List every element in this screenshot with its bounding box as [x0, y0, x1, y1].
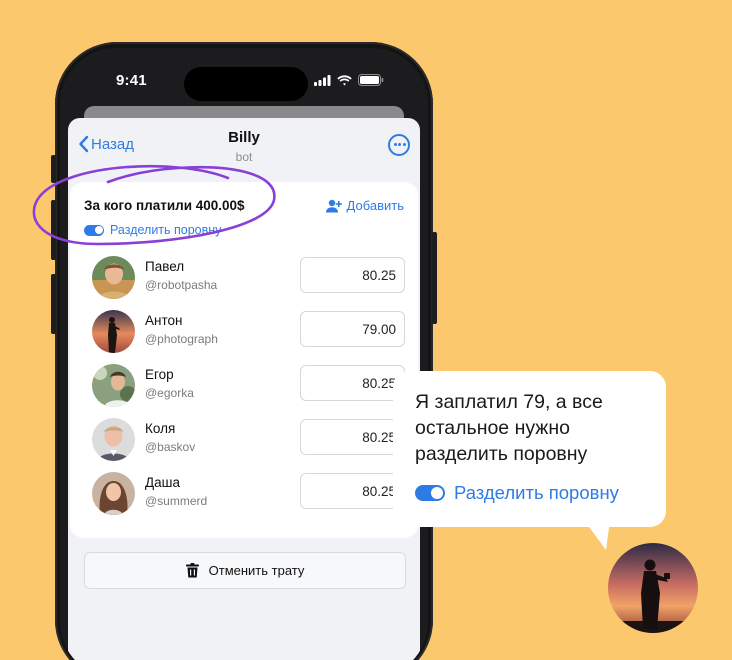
add-user-icon	[325, 199, 342, 212]
list-item: Антон @photograph	[92, 310, 412, 356]
more-dot-icon	[398, 143, 401, 146]
phone-screen: 9:41 Назад Billy bot За кого платили 400…	[60, 48, 428, 660]
cancel-expense-button[interactable]: Отменить трату	[84, 552, 406, 589]
person-name: Даша	[145, 475, 180, 490]
phone-volume-down-button	[51, 274, 56, 334]
amount-input[interactable]	[300, 419, 405, 455]
list-item: Даша @summerd	[92, 472, 412, 518]
cellular-signal-icon	[314, 74, 331, 86]
avatar	[92, 310, 135, 353]
amount-input[interactable]	[300, 257, 405, 293]
amount-input[interactable]	[300, 311, 405, 347]
highlight-annotation	[32, 164, 276, 246]
battery-icon	[358, 74, 384, 86]
list-item: Коля @baskov	[92, 418, 412, 464]
person-username: @egorka	[145, 386, 194, 400]
status-time: 9:41	[116, 72, 147, 89]
person-username: @summerd	[145, 494, 208, 508]
bubble-split-toggle[interactable]: Разделить поровну	[415, 482, 619, 504]
sender-avatar	[608, 543, 698, 633]
person-name: Коля	[145, 421, 176, 436]
avatar	[92, 364, 135, 407]
toggle-switch[interactable]	[415, 485, 445, 501]
amount-input[interactable]	[300, 473, 405, 509]
dynamic-island	[184, 67, 308, 101]
page-title: Billy	[228, 129, 260, 146]
person-name: Егор	[145, 367, 174, 382]
person-name: Антон	[145, 313, 183, 328]
chat-bubble: Я заплатил 79, а все остальное нужно раз…	[393, 371, 666, 527]
more-options-button[interactable]	[388, 134, 410, 156]
bubble-toggle-label: Разделить поровну	[454, 482, 619, 503]
avatar	[92, 472, 135, 515]
list-item: Егор @egorka	[92, 364, 412, 410]
more-dot-icon	[402, 143, 406, 146]
add-person-button[interactable]: Добавить	[325, 198, 404, 213]
status-icons	[314, 74, 384, 86]
person-username: @robotpasha	[145, 278, 218, 292]
add-person-label: Добавить	[346, 198, 404, 213]
avatar	[92, 256, 135, 299]
status-bar: 9:41	[60, 48, 428, 108]
trash-icon	[185, 563, 199, 578]
wifi-icon	[337, 74, 352, 85]
more-dot-icon	[393, 143, 397, 146]
bubble-message: Я заплатил 79, а все остальное нужно раз…	[415, 391, 603, 465]
amount-input[interactable]	[300, 365, 405, 401]
cancel-expense-label: Отменить трату	[208, 563, 305, 578]
list-item: Павел @robotpasha	[92, 256, 412, 302]
bubble-tail	[584, 520, 610, 550]
avatar	[92, 418, 135, 461]
phone-power-button	[432, 232, 437, 324]
person-username: @baskov	[145, 440, 196, 454]
person-username: @photograph	[145, 332, 218, 346]
